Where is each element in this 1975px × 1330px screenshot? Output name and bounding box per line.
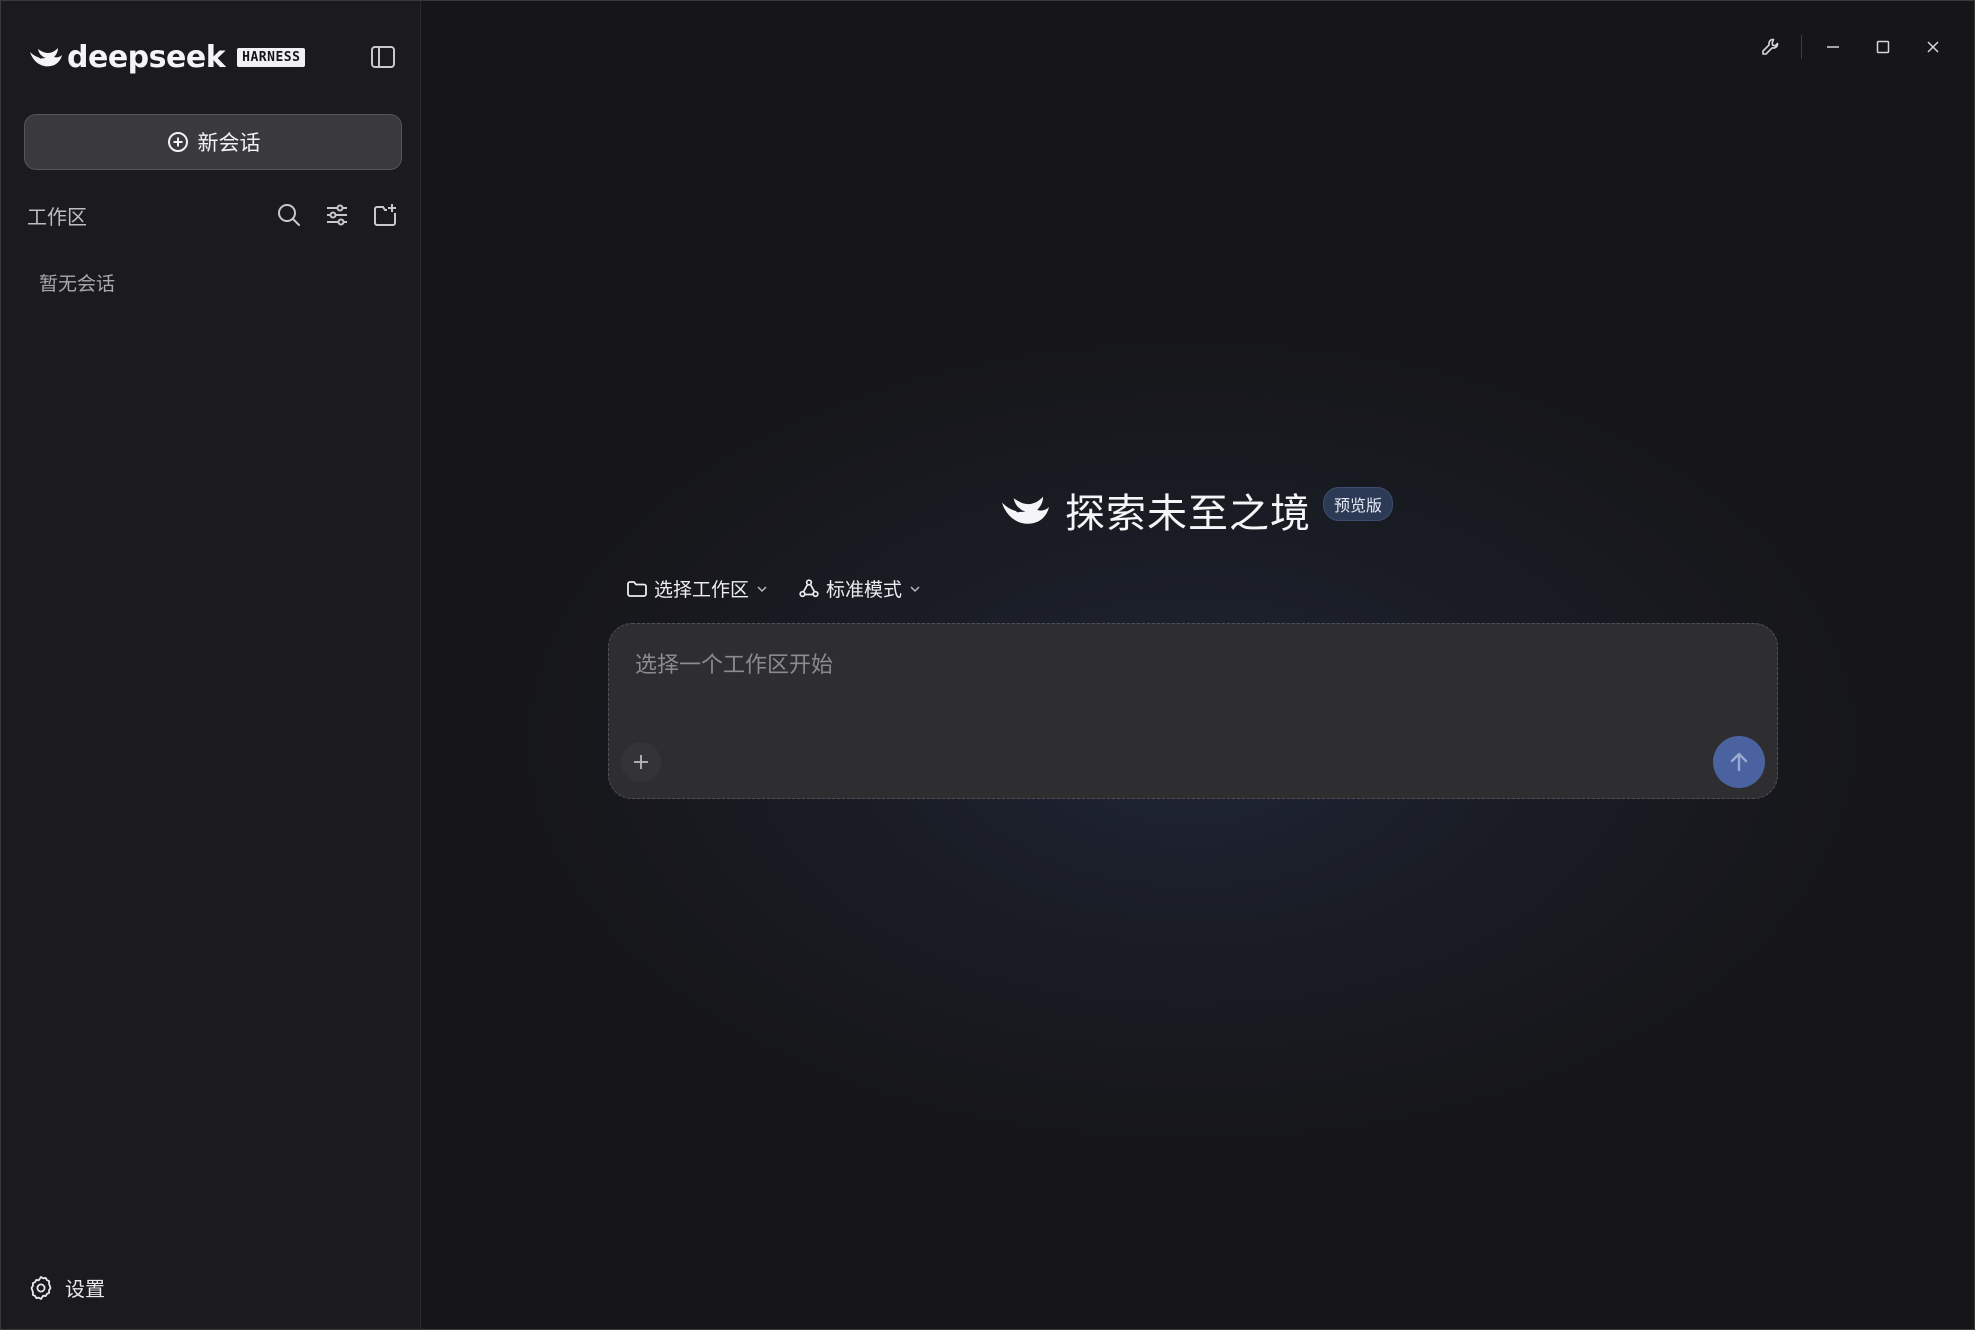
folder-icon [627,580,647,597]
plus-icon [634,755,648,769]
brand-badge: HARNESS [237,47,306,67]
settings-button[interactable]: 设置 [27,1273,105,1302]
workspace-title: 工作区 [27,204,87,229]
new-folder-icon[interactable] [371,201,399,229]
new-chat-button[interactable]: 新会话 [24,114,402,170]
workspace-header: 工作区 [27,197,399,233]
wrench-icon [1762,38,1779,55]
arrow-up-icon [1730,752,1748,772]
maximize-button[interactable] [1858,29,1908,65]
workspace-selector[interactable]: 选择工作区 [625,575,769,602]
composer-selectors: 选择工作区 标准模式 [625,575,922,602]
filter-sliders-icon[interactable] [323,201,351,229]
minimize-icon [1827,46,1839,48]
deepseek-whale-logo-icon [30,48,62,67]
attach-button[interactable] [621,742,661,782]
hero-title: 探索未至之境 [1065,491,1311,537]
titlebar-separator [1801,35,1802,59]
close-icon [1927,41,1939,53]
titlebar-controls [1745,29,1958,65]
search-icon[interactable] [275,201,303,229]
sidebar: deepseek HARNESS 新会话 工作区 暂无会话 设置 [1,1,421,1329]
app-window: deepseek HARNESS 新会话 工作区 暂无会话 设置 探索未至之境 … [0,0,1975,1330]
send-button[interactable] [1713,736,1765,788]
brand: deepseek HARNESS [27,39,306,75]
preview-badge: 预览版 [1323,487,1394,521]
deepseek-whale-logo-icon [1002,496,1049,524]
close-button[interactable] [1908,29,1958,65]
chevron-down-icon [910,585,920,592]
maximize-icon [1876,40,1890,54]
composer [608,623,1778,799]
chevron-down-icon [757,585,767,592]
sidebar-toggle-button[interactable] [369,43,397,71]
minimize-button[interactable] [1808,29,1858,65]
brand-name: deepseek [67,39,226,75]
workspace-tools [275,201,399,229]
main-area: 探索未至之境 预览版 选择工作区 标准模式 [422,1,1974,1329]
empty-conversations-text: 暂无会话 [39,273,116,295]
settings-label: 设置 [65,1277,105,1301]
composer-input[interactable] [633,648,1637,682]
workspace-selector-label: 选择工作区 [654,579,750,601]
mode-selector-label: 标准模式 [826,579,903,601]
new-chat-label: 新会话 [197,131,261,155]
plus-circle-icon [167,132,188,152]
hero-heading: 探索未至之境 预览版 [997,481,1394,539]
sidebar-panel-icon [371,46,395,68]
mode-selector[interactable]: 标准模式 [797,575,922,602]
tools-button[interactable] [1745,29,1795,65]
gear-icon [30,1275,52,1300]
mode-nodes-icon [799,578,819,597]
